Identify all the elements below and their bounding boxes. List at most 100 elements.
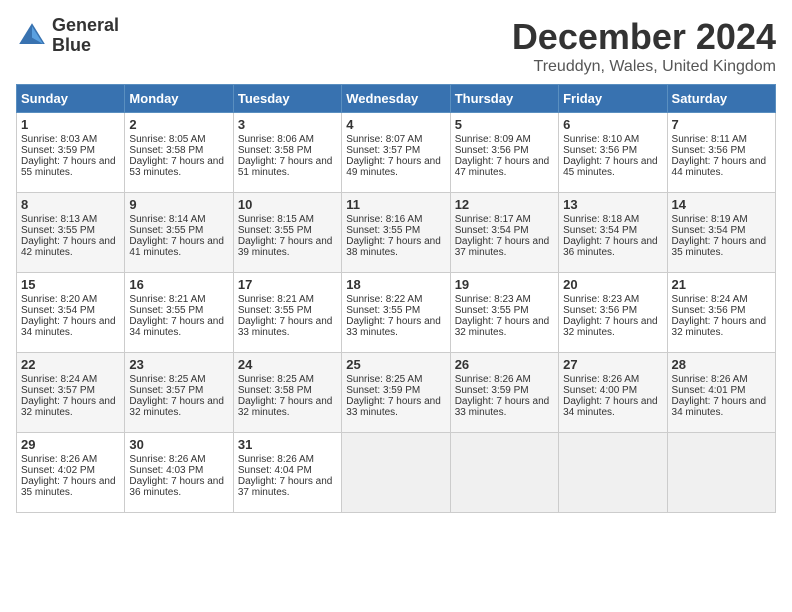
calendar-day-cell: 18Sunrise: 8:22 AMSunset: 3:55 PMDayligh… xyxy=(342,273,450,353)
calendar-week-row: 15Sunrise: 8:20 AMSunset: 3:54 PMDayligh… xyxy=(17,273,776,353)
sunrise: Sunrise: 8:18 AM xyxy=(563,214,639,225)
sunset: Sunset: 3:56 PM xyxy=(563,305,637,316)
month-title: December 2024 xyxy=(512,16,776,58)
sunset: Sunset: 4:02 PM xyxy=(21,465,95,476)
day-number: 13 xyxy=(563,197,662,212)
daylight: Daylight: 7 hours and 32 minutes. xyxy=(672,316,767,338)
sunset: Sunset: 3:57 PM xyxy=(21,385,95,396)
daylight: Daylight: 7 hours and 44 minutes. xyxy=(672,156,767,178)
sunset: Sunset: 3:55 PM xyxy=(455,305,529,316)
sunrise: Sunrise: 8:16 AM xyxy=(346,214,422,225)
sunset: Sunset: 4:04 PM xyxy=(238,465,312,476)
sunset: Sunset: 4:00 PM xyxy=(563,385,637,396)
logo-text: General Blue xyxy=(52,16,119,56)
calendar-week-row: 22Sunrise: 8:24 AMSunset: 3:57 PMDayligh… xyxy=(17,353,776,433)
daylight: Daylight: 7 hours and 41 minutes. xyxy=(129,236,224,258)
day-number: 26 xyxy=(455,357,554,372)
daylight: Daylight: 7 hours and 33 minutes. xyxy=(455,396,550,418)
sunrise: Sunrise: 8:21 AM xyxy=(238,294,314,305)
sunset: Sunset: 3:57 PM xyxy=(346,145,420,156)
calendar-day-cell: 28Sunrise: 8:26 AMSunset: 4:01 PMDayligh… xyxy=(667,353,775,433)
day-number: 28 xyxy=(672,357,771,372)
sunrise: Sunrise: 8:06 AM xyxy=(238,134,314,145)
calendar-day-cell: 5Sunrise: 8:09 AMSunset: 3:56 PMDaylight… xyxy=(450,113,558,193)
sunset: Sunset: 4:03 PM xyxy=(129,465,203,476)
day-number: 29 xyxy=(21,437,120,452)
daylight: Daylight: 7 hours and 47 minutes. xyxy=(455,156,550,178)
calendar-day-cell: 23Sunrise: 8:25 AMSunset: 3:57 PMDayligh… xyxy=(125,353,233,433)
sunrise: Sunrise: 8:11 AM xyxy=(672,134,747,145)
logo: General Blue xyxy=(16,16,119,56)
calendar-day-cell: 11Sunrise: 8:16 AMSunset: 3:55 PMDayligh… xyxy=(342,193,450,273)
day-number: 8 xyxy=(21,197,120,212)
sunrise: Sunrise: 8:22 AM xyxy=(346,294,422,305)
daylight: Daylight: 7 hours and 33 minutes. xyxy=(238,316,333,338)
calendar-day-cell: 8Sunrise: 8:13 AMSunset: 3:55 PMDaylight… xyxy=(17,193,125,273)
calendar-day-cell: 7Sunrise: 8:11 AMSunset: 3:56 PMDaylight… xyxy=(667,113,775,193)
day-number: 4 xyxy=(346,117,445,132)
day-number: 31 xyxy=(238,437,337,452)
calendar-day-cell: 13Sunrise: 8:18 AMSunset: 3:54 PMDayligh… xyxy=(559,193,667,273)
daylight: Daylight: 7 hours and 33 minutes. xyxy=(346,316,441,338)
sunrise: Sunrise: 8:05 AM xyxy=(129,134,205,145)
calendar-day-cell xyxy=(559,433,667,513)
calendar-day-cell: 6 Sunrise: 8:10 AMSunset: 3:56 PMDaylight… xyxy=(559,113,667,193)
sunrise: Sunrise: 8:26 AM xyxy=(563,374,639,385)
calendar-day-cell: 25Sunrise: 8:25 AMSunset: 3:59 PMDayligh… xyxy=(342,353,450,433)
location-title: Treuddyn, Wales, United Kingdom xyxy=(512,58,776,76)
day-number: 6 xyxy=(563,117,662,132)
calendar-day-cell: 2Sunrise: 8:05 AMSunset: 3:58 PMDaylight… xyxy=(125,113,233,193)
sunrise: Sunrise: 8:15 AM xyxy=(238,214,314,225)
calendar-day-cell xyxy=(667,433,775,513)
daylight: Daylight: 7 hours and 34 minutes. xyxy=(21,316,116,338)
sunset: Sunset: 4:01 PM xyxy=(672,385,746,396)
sunrise: Sunrise: 8:26 AM xyxy=(129,454,205,465)
day-number: 7 xyxy=(672,117,771,132)
sunrise: Sunrise: 8:26 AM xyxy=(455,374,531,385)
calendar-header-row: SundayMondayTuesdayWednesdayThursdayFrid… xyxy=(17,85,776,113)
calendar-day-cell: 24Sunrise: 8:25 AMSunset: 3:58 PMDayligh… xyxy=(233,353,341,433)
sunrise: Sunrise: 8:13 AM xyxy=(21,214,97,225)
day-number: 12 xyxy=(455,197,554,212)
sunset: Sunset: 3:55 PM xyxy=(238,225,312,236)
calendar-day-cell: 10Sunrise: 8:15 AMSunset: 3:55 PMDayligh… xyxy=(233,193,341,273)
logo-icon xyxy=(16,20,48,52)
calendar-day-cell: 31 Sunrise: 8:26 AMSunset: 4:04 PMDayligh… xyxy=(233,433,341,513)
daylight: Daylight: 7 hours and 32 minutes. xyxy=(563,316,658,338)
day-of-week-header: Friday xyxy=(559,85,667,113)
daylight: Daylight: 7 hours and 32 minutes. xyxy=(21,396,116,418)
calendar-day-cell: 17Sunrise: 8:21 AMSunset: 3:55 PMDayligh… xyxy=(233,273,341,353)
daylight: Daylight: 7 hours and 45 minutes. xyxy=(563,156,658,178)
day-number: 18 xyxy=(346,277,445,292)
sunrise: Sunrise: 8:14 AM xyxy=(129,214,205,225)
day-number: 25 xyxy=(346,357,445,372)
sunset: Sunset: 3:59 PM xyxy=(21,145,95,156)
day-of-week-header: Sunday xyxy=(17,85,125,113)
sunset: Sunset: 3:58 PM xyxy=(129,145,203,156)
sunset: Sunset: 3:54 PM xyxy=(672,225,746,236)
sunset: Sunset: 3:56 PM xyxy=(563,145,637,156)
sunset: Sunset: 3:55 PM xyxy=(238,305,312,316)
daylight: Daylight: 7 hours and 37 minutes. xyxy=(455,236,550,258)
daylight: Daylight: 7 hours and 51 minutes. xyxy=(238,156,333,178)
sunset: Sunset: 3:58 PM xyxy=(238,145,312,156)
calendar-day-cell: 22Sunrise: 8:24 AMSunset: 3:57 PMDayligh… xyxy=(17,353,125,433)
calendar-day-cell: 30Sunrise: 8:26 AMSunset: 4:03 PMDayligh… xyxy=(125,433,233,513)
calendar-day-cell: 9Sunrise: 8:14 AMSunset: 3:55 PMDaylight… xyxy=(125,193,233,273)
day-of-week-header: Thursday xyxy=(450,85,558,113)
sunrise: Sunrise: 8:10 AM xyxy=(563,134,639,145)
day-number: 14 xyxy=(672,197,771,212)
daylight: Daylight: 7 hours and 33 minutes. xyxy=(346,396,441,418)
sunset: Sunset: 3:59 PM xyxy=(455,385,529,396)
sunset: Sunset: 3:55 PM xyxy=(129,305,203,316)
sunrise: Sunrise: 8:26 AM xyxy=(238,454,314,465)
day-number: 22 xyxy=(21,357,120,372)
daylight: Daylight: 7 hours and 37 minutes. xyxy=(238,476,333,498)
calendar-day-cell: 26 Sunrise: 8:26 AMSunset: 3:59 PMDayligh… xyxy=(450,353,558,433)
daylight: Daylight: 7 hours and 36 minutes. xyxy=(129,476,224,498)
day-of-week-header: Monday xyxy=(125,85,233,113)
calendar-day-cell: 19Sunrise: 8:23 AMSunset: 3:55 PMDayligh… xyxy=(450,273,558,353)
calendar-day-cell: 16Sunrise: 8:21 AMSunset: 3:55 PMDayligh… xyxy=(125,273,233,353)
day-number: 10 xyxy=(238,197,337,212)
day-of-week-header: Wednesday xyxy=(342,85,450,113)
